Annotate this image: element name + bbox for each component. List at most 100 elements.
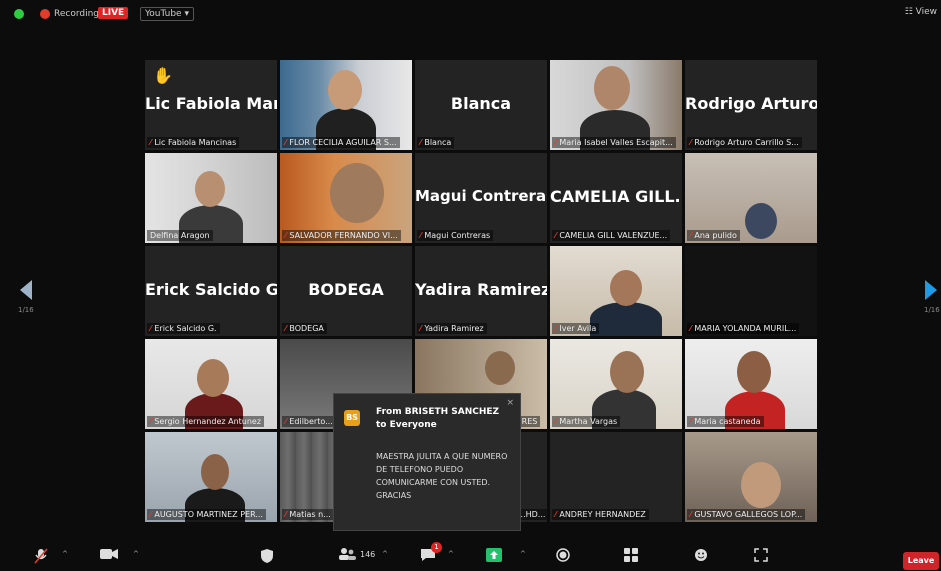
- mic-muted-icon: ⁄: [150, 138, 152, 147]
- participant-name-label: ⁄ FLOR CECILIA AGUILAR S...: [282, 137, 400, 148]
- participant-tile[interactable]: Erick Salcido G. ⁄ Erick Salcido G.: [145, 246, 277, 336]
- mic-muted-icon: ⁄: [150, 324, 152, 333]
- participant-tile[interactable]: ⁄ SALVADOR FERNANDO VI...: [280, 153, 412, 243]
- participant-tile[interactable]: ⁄ Iver Avila: [550, 246, 682, 336]
- security-shield-icon[interactable]: [260, 548, 274, 563]
- participant-tile[interactable]: ✋ Lic Fabiola Man... ⁄Lic Fabiola Mancin…: [145, 60, 277, 150]
- participant-tile[interactable]: Magui Contreras ⁄ Magui Contreras: [415, 153, 547, 243]
- top-bar: Recording LIVE YouTube ▾ ☷ View: [0, 0, 941, 34]
- participant-name-label: ⁄ GUSTAVO GALLEGOS LOP...: [687, 509, 806, 520]
- participant-name-label: ⁄ Edilberto...: [282, 416, 336, 427]
- recording-icon: [40, 9, 50, 19]
- mic-muted-icon: ⁄: [555, 231, 557, 240]
- security-status-icon[interactable]: [14, 9, 24, 19]
- meeting-toolbar: ^ ^ 146 ^ 1 ^ ^: [0, 540, 941, 571]
- participant-tile[interactable]: Blanca ⁄ Blanca: [415, 60, 547, 150]
- view-label: View: [915, 7, 937, 17]
- participant-display-name: Rodrigo Arturo...: [685, 94, 817, 113]
- participant-name-label: ⁄ MARIA YOLANDA MURIL...: [687, 323, 800, 334]
- participant-name-label: ⁄ Sergio Hernandez Antunez: [147, 416, 265, 427]
- mic-muted-icon: ⁄: [285, 138, 287, 147]
- participant-display-name: Magui Contreras: [415, 187, 547, 205]
- mic-muted-icon: ⁄: [690, 138, 692, 147]
- participant-name-label: ⁄ Iver Avila: [552, 323, 600, 334]
- record-icon[interactable]: [556, 548, 570, 562]
- participant-tile[interactable]: ⁄ Maria castaneda: [685, 339, 817, 429]
- participant-name-label: ⁄ AUGUSTO MARTINEZ PER...: [147, 509, 266, 520]
- participant-tile[interactable]: ⁄ GUSTAVO GALLEGOS LOP...: [685, 432, 817, 522]
- sender-avatar: BS: [344, 410, 360, 426]
- participant-name-label: ⁄ Magui Contreras: [417, 230, 494, 241]
- apps-grid-icon[interactable]: [624, 548, 638, 562]
- next-page-arrow-icon[interactable]: [925, 280, 937, 300]
- participant-name-label: ⁄ Maria castaneda: [687, 416, 764, 427]
- close-icon[interactable]: ×: [506, 398, 514, 408]
- participant-tile[interactable]: ⁄ Sergio Hernandez Antunez: [145, 339, 277, 429]
- video-camera-icon[interactable]: [100, 548, 118, 562]
- mic-muted-icon: ⁄: [150, 510, 152, 519]
- recording-label: Recording: [54, 9, 100, 19]
- participant-name-label: ⁄ Yadira Ramirez: [417, 323, 487, 334]
- participant-tile[interactable]: ⁄ Maria Isabel Valles Escapit...: [550, 60, 682, 150]
- participant-name-label: ⁄ Lic Fabiola Mancinas: [147, 137, 240, 148]
- youtube-dropdown[interactable]: YouTube ▾: [140, 7, 194, 21]
- previous-page-arrow-icon[interactable]: [20, 280, 32, 300]
- mic-muted-icon: ⁄: [555, 138, 557, 147]
- participant-tile[interactable]: ⁄ AUGUSTO MARTINEZ PER...: [145, 432, 277, 522]
- reactions-icon[interactable]: [694, 548, 708, 562]
- participant-name-label: ⁄ Martha Vargas: [552, 416, 621, 427]
- live-badge[interactable]: LIVE: [98, 7, 129, 19]
- participant-tile[interactable]: ⁄ MARIA YOLANDA MURIL...: [685, 246, 817, 336]
- fullscreen-icon[interactable]: [754, 548, 768, 562]
- mic-muted-icon: ⁄: [690, 231, 692, 240]
- mute-microphone-icon[interactable]: [34, 548, 48, 564]
- participant-display-name: BODEGA: [308, 280, 384, 299]
- participant-name-label: ⁄ SALVADOR FERNANDO VI...: [282, 230, 401, 241]
- video-options-caret-icon[interactable]: ^: [133, 550, 139, 558]
- participant-name-label: ⁄ Erick Salcido G.: [147, 323, 220, 334]
- mic-muted-icon: ⁄: [420, 231, 422, 240]
- mic-muted-icon: ⁄: [690, 417, 692, 426]
- participant-tile[interactable]: CAMELIA GILL... ⁄ CAMELIA GILL VALENZUE..…: [550, 153, 682, 243]
- mic-muted-icon: ⁄: [285, 231, 287, 240]
- participant-tile[interactable]: ⁄ FLOR CECILIA AGUILAR S...: [280, 60, 412, 150]
- chat-notification-popup[interactable]: BS From BRISETH SANCHEZ to Everyone MAES…: [333, 393, 521, 531]
- raised-hand-icon: ✋: [153, 66, 173, 85]
- participant-tile[interactable]: Rodrigo Arturo... ⁄Rodrigo Arturo Carril…: [685, 60, 817, 150]
- mic-muted-icon: ⁄: [420, 324, 422, 333]
- mic-muted-icon: ⁄: [555, 324, 557, 333]
- mic-muted-icon: ⁄: [555, 417, 557, 426]
- participant-name-label: ⁄ Blanca: [417, 137, 455, 148]
- participant-name-label: Delfina Aragon: [147, 230, 213, 241]
- mic-muted-icon: ⁄: [690, 324, 692, 333]
- share-options-caret-icon[interactable]: ^: [520, 550, 526, 558]
- chat-options-caret-icon[interactable]: ^: [448, 550, 454, 558]
- participants-icon[interactable]: [338, 548, 356, 562]
- previous-page-indicator: 1/16: [18, 306, 34, 314]
- participant-tile[interactable]: ⁄ ANDREY HERNANDEZ: [550, 432, 682, 522]
- view-button[interactable]: ☷ View: [905, 7, 937, 17]
- participant-display-name: CAMELIA GILL...: [550, 187, 682, 206]
- audio-options-caret-icon[interactable]: ^: [62, 550, 68, 558]
- participant-name-label: ⁄ Maria Isabel Valles Escapit...: [552, 137, 676, 148]
- participant-tile-active-speaker[interactable]: Delfina Aragon: [145, 153, 277, 243]
- mic-muted-icon: ⁄: [420, 138, 422, 147]
- participant-tile[interactable]: ⁄ Martha Vargas: [550, 339, 682, 429]
- share-screen-icon[interactable]: [486, 548, 502, 562]
- participants-options-caret-icon[interactable]: ^: [382, 550, 388, 558]
- mic-muted-icon: ⁄: [285, 510, 287, 519]
- next-page-indicator: 1/16: [924, 306, 940, 314]
- participant-display-name: Yadira Ramirez: [415, 280, 547, 299]
- participant-name-label: ⁄ Rodrigo Arturo Carrillo S...: [687, 137, 802, 148]
- chat-unread-badge: 1: [431, 542, 442, 553]
- mic-muted-icon: ⁄: [150, 417, 152, 426]
- chat-message: MAESTRA JULITA A QUE NUMERO DE TELEFONO …: [376, 452, 508, 500]
- participant-name-label: ⁄ Ana pulido: [687, 230, 740, 241]
- participant-name-label: ⁄ ANDREY HERNANDEZ: [552, 509, 649, 520]
- participant-display-name: Blanca: [450, 94, 512, 113]
- participant-tile[interactable]: BODEGA ⁄ BODEGA: [280, 246, 412, 336]
- participant-tile[interactable]: ⁄ Ana pulido: [685, 153, 817, 243]
- participant-tile[interactable]: Yadira Ramirez ⁄ Yadira Ramirez: [415, 246, 547, 336]
- chat-sender: From BRISETH SANCHEZ to Everyone: [376, 407, 500, 430]
- leave-button[interactable]: Leave: [903, 552, 939, 570]
